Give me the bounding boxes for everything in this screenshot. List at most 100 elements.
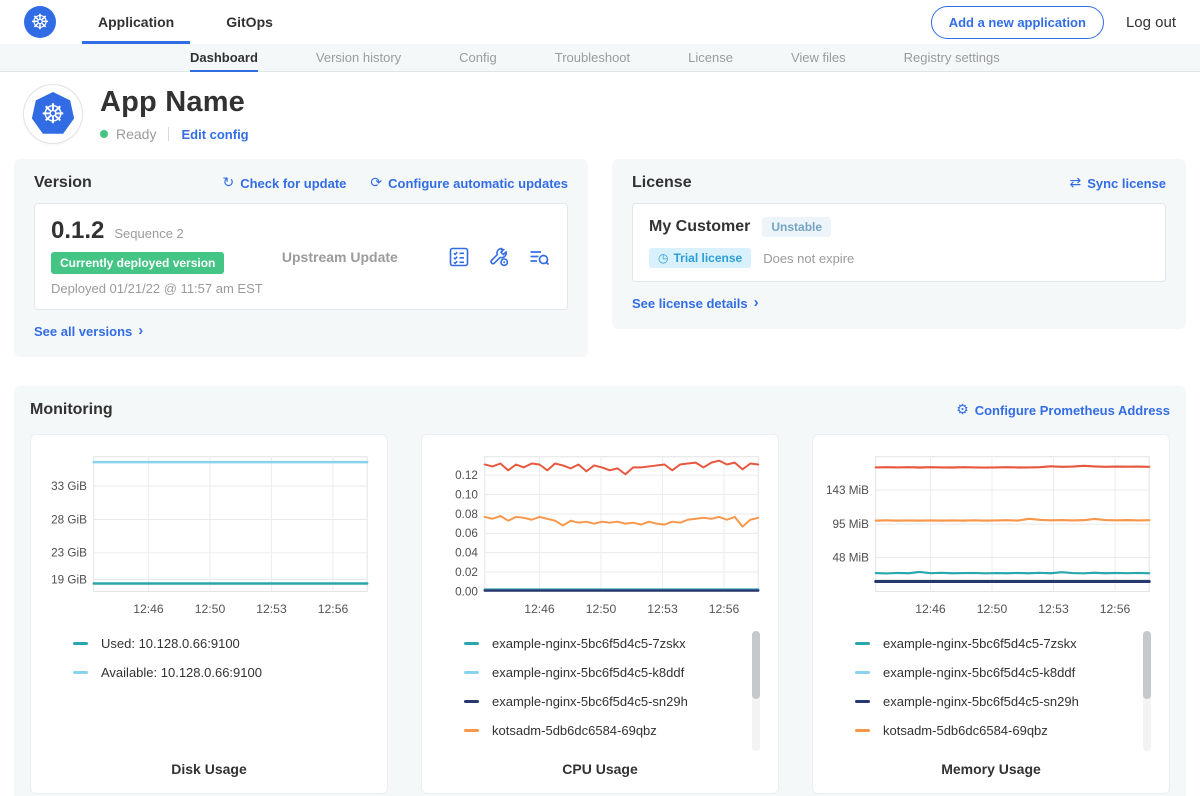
legend-label: example-nginx-5bc6f5d4c5-7zskx (492, 636, 686, 651)
version-card-header: Version ↻ Check for update ⟳ Configure a… (34, 174, 568, 192)
sync-license-link[interactable]: ⇄ Sync license (1069, 176, 1166, 191)
configure-automatic-updates-label: Configure automatic updates (388, 176, 568, 191)
gear-icon: ⚙ (956, 403, 969, 417)
svg-text:12:56: 12:56 (709, 602, 740, 616)
configure-prometheus-label: Configure Prometheus Address (975, 403, 1170, 418)
license-card-header: License ⇄ Sync license (632, 174, 1166, 192)
check-for-update-link[interactable]: ↻ Check for update (222, 176, 346, 191)
app-avatar: ☸ (24, 85, 82, 143)
chevron-right-icon: › (754, 295, 759, 310)
svg-text:12:46: 12:46 (133, 602, 164, 616)
cpu-usage-title: CPU Usage (434, 761, 766, 777)
svg-text:12:50: 12:50 (586, 602, 617, 616)
version-card-footer: See all versions › (34, 323, 568, 341)
disk-usage-legend: Used: 10.128.0.66:9100 Available: 10.128… (73, 629, 375, 757)
license-card-title: License (632, 174, 692, 192)
trial-license-badge: ◷ Trial license (649, 248, 751, 268)
chevron-right-icon: › (138, 323, 143, 338)
logout-button[interactable]: Log out (1126, 14, 1176, 31)
legend-swatch (855, 729, 870, 732)
svg-text:12:46: 12:46 (915, 602, 946, 616)
configure-automatic-updates-link[interactable]: ⟳ Configure automatic updates (370, 176, 568, 191)
legend-label: kotsadm-5db6dc6584-69qbz (883, 723, 1048, 738)
legend-swatch-used (73, 642, 88, 645)
subnav-tab-version-history[interactable]: Version history (316, 44, 401, 71)
subnav-tab-view-files[interactable]: View files (791, 44, 846, 71)
legend-label: example-nginx-5bc6f5d4c5-k8ddf (883, 665, 1075, 680)
status-text: Ready (116, 126, 156, 142)
legend-swatch (855, 671, 870, 674)
current-version-info: 0.1.2 Sequence 2 Currently deployed vers… (51, 217, 263, 296)
cpu-usage-card: 0.000.020.040.060.080.100.1212:4612:5012… (421, 434, 779, 794)
deployed-timestamp: Deployed 01/21/22 @ 11:57 am EST (51, 281, 263, 296)
svg-text:19 GiB: 19 GiB (51, 573, 87, 586)
subnav-tab-license[interactable]: License (688, 44, 733, 71)
preflight-checks-icon[interactable] (447, 245, 471, 269)
svg-text:0.02: 0.02 (455, 566, 478, 579)
legend-label: example-nginx-5bc6f5d4c5-sn29h (492, 694, 688, 709)
legend-item: Available: 10.128.0.66:9100 (73, 658, 375, 687)
edit-config-wrench-icon[interactable] (487, 245, 511, 269)
memory-usage-chart: 48 MiB95 MiB143 MiB12:4612:5012:5312:56 (825, 447, 1157, 621)
svg-text:12:50: 12:50 (195, 602, 226, 616)
see-license-details-link[interactable]: See license details › (632, 296, 759, 311)
svg-text:12:53: 12:53 (1038, 602, 1069, 616)
legend-scrollbar[interactable] (1143, 631, 1151, 751)
legend-item: example-nginx-5bc6f5d4c5-sn29h (855, 687, 1157, 716)
auto-update-icon: ⟳ (370, 176, 382, 190)
svg-text:0.04: 0.04 (455, 547, 478, 560)
version-card-title: Version (34, 174, 92, 192)
license-type-row: ◷ Trial license Does not expire (649, 248, 1149, 268)
legend-swatch (464, 642, 479, 645)
add-new-application-button[interactable]: Add a new application (931, 6, 1104, 39)
view-diff-logs-icon[interactable] (527, 245, 551, 269)
version-sequence: Sequence 2 (114, 226, 183, 241)
stopwatch-icon: ◷ (658, 251, 668, 265)
legend-label: kotsadm-5db6dc6584-69qbz (492, 723, 657, 738)
version-action-icons (447, 245, 551, 269)
edit-config-link[interactable]: Edit config (181, 127, 248, 142)
kubernetes-logo-icon: ☸ (24, 6, 56, 38)
trial-license-label: Trial license (673, 251, 742, 265)
top-navbar: ☸ Application GitOps Add a new applicati… (0, 0, 1200, 44)
monitoring-panel: Monitoring ⚙ Configure Prometheus Addres… (14, 386, 1186, 796)
svg-text:12:56: 12:56 (318, 602, 349, 616)
legend-scrollbar-thumb[interactable] (752, 631, 760, 699)
subnav-tab-dashboard[interactable]: Dashboard (190, 44, 258, 71)
memory-usage-card: 48 MiB95 MiB143 MiB12:4612:5012:5312:56 … (812, 434, 1170, 794)
legend-label: example-nginx-5bc6f5d4c5-7zskx (883, 636, 1077, 651)
version-card: Version ↻ Check for update ⟳ Configure a… (14, 159, 588, 357)
subnav-tab-config[interactable]: Config (459, 44, 497, 71)
configure-prometheus-link[interactable]: ⚙ Configure Prometheus Address (956, 403, 1170, 418)
subnav-tab-troubleshoot[interactable]: Troubleshoot (555, 44, 630, 71)
refresh-icon: ↻ (222, 176, 234, 190)
legend-item: Used: 10.128.0.66:9100 (73, 629, 375, 658)
current-version-box: 0.1.2 Sequence 2 Currently deployed vers… (34, 203, 568, 310)
legend-scrollbar[interactable] (752, 631, 760, 751)
kubernetes-wheel-glyph: ☸ (41, 101, 65, 128)
license-info-box: My Customer Unstable ◷ Trial license Doe… (632, 203, 1166, 282)
disk-usage-card: 19 GiB23 GiB28 GiB33 GiB12:4612:5012:531… (30, 434, 388, 794)
legend-item: example-nginx-5bc6f5d4c5-k8ddf (855, 658, 1157, 687)
check-for-update-label: Check for update (240, 176, 346, 191)
legend-item: kotsadm-5db6dc6584-69qbz (855, 716, 1157, 745)
svg-text:0.12: 0.12 (455, 469, 478, 482)
kubernetes-app-icon: ☸ (31, 92, 75, 136)
svg-text:23 GiB: 23 GiB (51, 547, 87, 560)
legend-label: Used: 10.128.0.66:9100 (101, 636, 240, 651)
customer-name: My Customer (649, 218, 750, 236)
cpu-usage-chart: 0.000.020.040.060.080.100.1212:4612:5012… (434, 447, 766, 621)
monitoring-title: Monitoring (30, 401, 113, 419)
svg-text:0.00: 0.00 (455, 585, 478, 598)
subnav-tab-registry-settings[interactable]: Registry settings (904, 44, 1000, 71)
cpu-usage-legend: example-nginx-5bc6f5d4c5-7zskx example-n… (464, 629, 766, 757)
channel-badge: Unstable (762, 217, 831, 237)
svg-text:0.08: 0.08 (455, 508, 478, 521)
legend-item: kotsadm-5db6dc6584-69qbz (464, 716, 766, 745)
legend-scrollbar-thumb[interactable] (1143, 631, 1151, 699)
tab-application[interactable]: Application (92, 0, 180, 44)
memory-usage-title: Memory Usage (825, 761, 1157, 777)
see-all-versions-link[interactable]: See all versions › (34, 324, 143, 339)
svg-text:12:50: 12:50 (977, 602, 1008, 616)
tab-gitops[interactable]: GitOps (220, 0, 279, 44)
